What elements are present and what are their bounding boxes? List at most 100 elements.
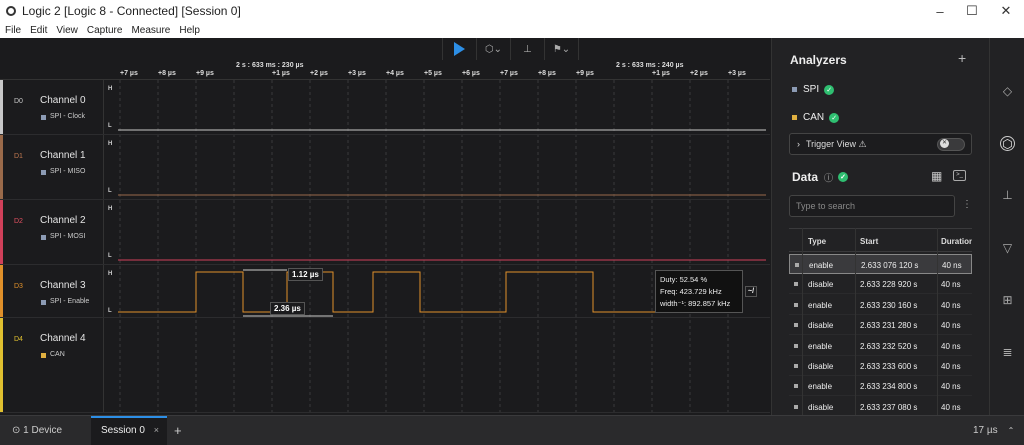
- close-button[interactable]: ✕: [990, 0, 1022, 22]
- channel-name[interactable]: Channel 0: [40, 95, 86, 106]
- check-icon: ✓: [838, 172, 849, 182]
- analyzer-color-swatch: [792, 115, 797, 120]
- channel-name[interactable]: Channel 2: [40, 215, 86, 226]
- channel-row-d4[interactable]: D4 Channel 4 CAN: [0, 318, 770, 413]
- row-duration: 40 ns: [941, 382, 961, 392]
- high-level-label: H: [108, 86, 113, 92]
- channel-color-bar: [0, 200, 3, 264]
- trigger-settings-button[interactable]: ⬡⌄: [477, 38, 511, 60]
- channel-analyzer-label: SPI - Enable: [50, 298, 90, 305]
- channel-header[interactable]: D4 Channel 4 CAN: [0, 318, 104, 412]
- row-start: 2.633 231 280 s: [860, 321, 918, 331]
- device-selector[interactable]: ⊙ 1 Device: [12, 425, 62, 436]
- logic2-window: Logic 2 [Logic 8 - Connected] [Session 0…: [0, 0, 1024, 445]
- channel-analyzer-label: SPI - MOSI: [50, 233, 86, 240]
- status-bar: ⊙ 1 Device Session 0 × + 17 µs ⌃: [0, 415, 1024, 445]
- add-analyzer-button[interactable]: +: [958, 50, 966, 66]
- row-marker: [794, 302, 798, 307]
- table-row[interactable]: enable 2.633 232 520 s 40 ns: [789, 336, 972, 356]
- channel-header[interactable]: D3 Channel 3 SPI - Enable: [0, 265, 104, 317]
- filter-icon[interactable]: ▽: [1000, 241, 1015, 256]
- menu-measure[interactable]: Measure: [131, 25, 170, 36]
- analyzers-tab-icon[interactable]: ⬡: [1000, 136, 1015, 151]
- column-type[interactable]: Type: [808, 237, 826, 246]
- menu-view[interactable]: View: [56, 25, 78, 36]
- channel-header[interactable]: D0 Channel 0 SPI - Clock: [0, 80, 104, 134]
- channel-area[interactable]: D0 Channel 0 SPI - Clock H L D1 Channel 1 SPI -…: [0, 80, 770, 413]
- capture-toolbar: ⬡⌄ ⊥ ⚑⌄: [0, 38, 770, 60]
- timeline-tick: +2 µs: [310, 70, 328, 77]
- terminal-icon[interactable]: >_: [953, 170, 966, 181]
- add-session-button[interactable]: +: [174, 423, 182, 438]
- channel-id: D4: [14, 336, 23, 343]
- table-view-icon[interactable]: ▦: [931, 169, 942, 183]
- row-marker: [794, 384, 798, 389]
- timeline-tick: +3 µs: [348, 70, 366, 77]
- timeline-ruler[interactable]: 2 s : 633 ms : 230 µs 2 s : 633 ms : 240…: [0, 60, 770, 80]
- data-table[interactable]: Type Start Duration enable 2.633 076 120 …: [789, 228, 972, 415]
- channel-header[interactable]: D1 Channel 1 SPI - MISO: [0, 135, 104, 199]
- device-icon[interactable]: ◇: [1000, 84, 1015, 99]
- start-capture-button[interactable]: [443, 38, 477, 60]
- row-duration: 40 ns: [942, 261, 962, 270]
- extensions-icon[interactable]: ⊞: [1000, 293, 1015, 308]
- timing-marker-button[interactable]: ⊥: [511, 38, 545, 60]
- measure-icon[interactable]: ~/: [745, 286, 758, 297]
- notes-icon[interactable]: ≣: [1000, 345, 1015, 360]
- annotation-button[interactable]: ⚑⌄: [545, 38, 579, 60]
- minimize-button[interactable]: –: [924, 0, 956, 22]
- channel-color-bar: [0, 80, 3, 134]
- device-icon: ⊙: [12, 425, 24, 436]
- analyzers-title: Analyzers: [790, 53, 847, 67]
- close-session-icon[interactable]: ×: [154, 425, 159, 435]
- more-options-icon[interactable]: ⋮: [962, 199, 972, 210]
- analyzer-color-swatch: [792, 87, 797, 92]
- timeline-tick: +5 µs: [424, 70, 442, 77]
- search-input[interactable]: [789, 195, 955, 217]
- table-row[interactable]: enable 2.633 234 800 s 40 ns: [789, 376, 972, 397]
- channel-name[interactable]: Channel 4: [40, 333, 86, 344]
- channel-analyzer-label: SPI - Clock: [50, 113, 86, 120]
- table-row[interactable]: enable 2.633 076 120 s 40 ns: [789, 254, 972, 274]
- table-row[interactable]: enable 2.633 230 160 s 40 ns: [789, 295, 972, 315]
- table-row[interactable]: disable 2.633 228 920 s 40 ns: [789, 274, 972, 295]
- timing-markers-icon[interactable]: ⊥: [1000, 188, 1015, 203]
- table-row[interactable]: disable 2.633 233 600 s 40 ns: [789, 356, 972, 376]
- row-duration: 40 ns: [941, 402, 961, 412]
- analyzer-spi[interactable]: SPI ✓: [792, 84, 835, 95]
- column-duration[interactable]: Duration: [941, 237, 972, 246]
- analyzer-name: CAN: [803, 112, 825, 123]
- channel-row-d2[interactable]: D2 Channel 2 SPI - MOSI H L: [0, 200, 770, 265]
- trigger-view-row[interactable]: › Trigger View ⚠: [789, 133, 972, 155]
- column-start[interactable]: Start: [860, 237, 878, 246]
- chevron-right-icon: ›: [797, 139, 800, 149]
- row-start: 2.633 237 080 s: [860, 402, 918, 412]
- timeline-tick: +1 µs: [272, 70, 290, 77]
- analyzer-can[interactable]: CAN ✓: [792, 112, 840, 123]
- menu-file[interactable]: File: [5, 25, 21, 36]
- channel-name[interactable]: Channel 1: [40, 150, 86, 161]
- row-marker: [794, 404, 798, 409]
- help-icon[interactable]: ⓘ: [824, 171, 833, 184]
- menu-bar: File Edit View Capture Measure Help: [0, 22, 1024, 38]
- trigger-view-toggle[interactable]: [937, 138, 965, 151]
- channel-header[interactable]: D2 Channel 2 SPI - MOSI: [0, 200, 104, 264]
- table-row[interactable]: disable 2.633 237 080 s 40 ns: [789, 397, 972, 415]
- chevron-up-icon: ⌃: [1007, 426, 1015, 435]
- menu-help[interactable]: Help: [179, 25, 200, 36]
- analyzers-panel: Analyzers + SPI ✓ CAN ✓ › Trigger View ⚠…: [771, 38, 989, 415]
- zoom-level[interactable]: 17 µs ⌃: [973, 425, 1014, 436]
- menu-edit[interactable]: Edit: [30, 25, 47, 36]
- channel-row-d0[interactable]: D0 Channel 0 SPI - Clock H L: [0, 80, 770, 135]
- low-level-label: L: [108, 188, 112, 194]
- menu-capture[interactable]: Capture: [87, 25, 123, 36]
- table-row[interactable]: disable 2.633 231 280 s 40 ns: [789, 315, 972, 336]
- session-tab[interactable]: Session 0 ×: [91, 416, 167, 445]
- trigger-view-label: Trigger View ⚠: [806, 138, 867, 149]
- maximize-button[interactable]: ☐: [956, 0, 988, 22]
- row-type: enable: [808, 382, 833, 392]
- row-duration: 40 ns: [941, 280, 961, 290]
- channel-row-d1[interactable]: D1 Channel 1 SPI - MISO H L: [0, 135, 770, 200]
- channel-name[interactable]: Channel 3: [40, 280, 86, 291]
- high-level-label: H: [108, 141, 113, 147]
